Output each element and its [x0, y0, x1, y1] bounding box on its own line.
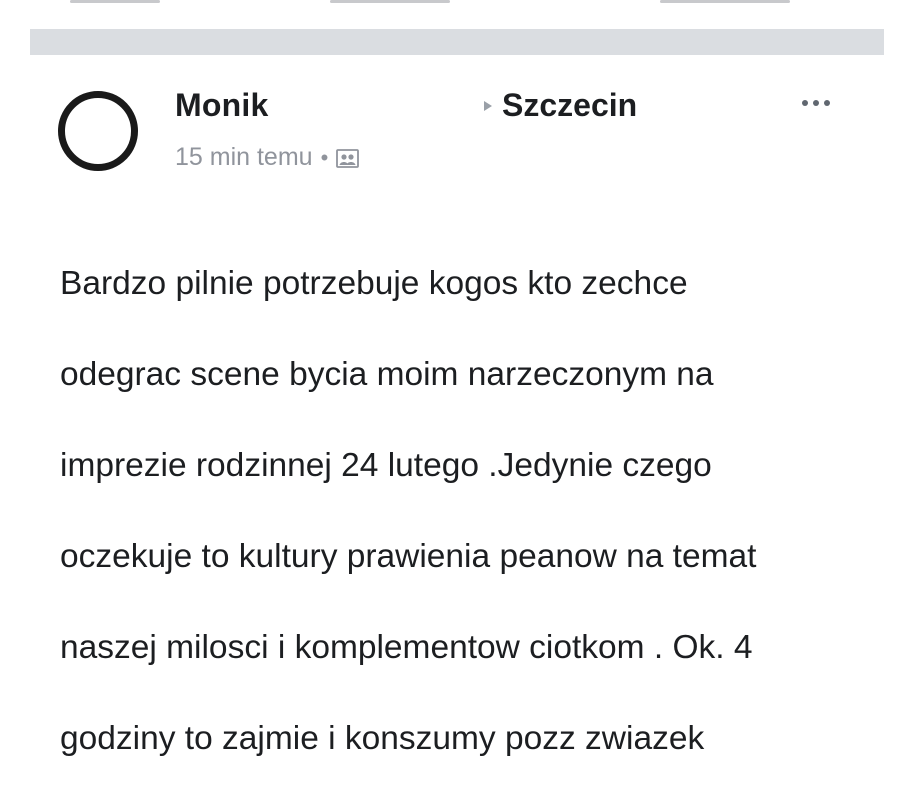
- feed-post: Monik Szczecin 15 min temu • Bardzo piln…: [0, 55, 906, 757]
- post-body-line: godziny to zajmie i konszumy pozz zwiaze…: [60, 719, 705, 757]
- previous-post-fragment: [660, 0, 790, 3]
- post-body-line: odegrac scene bycia moim narzeczonym na: [60, 355, 714, 393]
- group-name[interactable]: Szczecin: [502, 87, 637, 124]
- author-avatar[interactable]: [58, 91, 138, 171]
- more-options-icon-dot: [824, 100, 830, 106]
- post-body-line: imprezie rodzinnej 24 lutego .Jedynie cz…: [60, 446, 712, 484]
- feed-divider: [30, 29, 884, 55]
- more-options-button[interactable]: [790, 85, 842, 121]
- post-meta: 15 min temu •: [175, 143, 360, 172]
- more-options-icon-dot: [813, 100, 819, 106]
- previous-post-fragment: [330, 0, 450, 3]
- shared-to-arrow-icon: [482, 99, 494, 113]
- previous-post-fragment: [70, 0, 160, 3]
- post-timestamp[interactable]: 15 min temu: [175, 143, 313, 172]
- author-name[interactable]: Monik: [175, 87, 268, 124]
- post-body-line: oczekuje to kultury prawienia peanow na …: [60, 537, 757, 575]
- post-body-line: naszej milosci i komplementow ciotkom . …: [60, 628, 753, 666]
- more-options-icon: [802, 100, 808, 106]
- meta-separator: •: [320, 144, 329, 170]
- post-body: Bardzo pilnie potrzebuje kogos kto zechc…: [60, 215, 880, 807]
- previous-post-edge: [0, 0, 906, 10]
- group-audience-icon[interactable]: [336, 147, 360, 169]
- post-body-line: Bardzo pilnie potrzebuje kogos kto zechc…: [60, 264, 688, 302]
